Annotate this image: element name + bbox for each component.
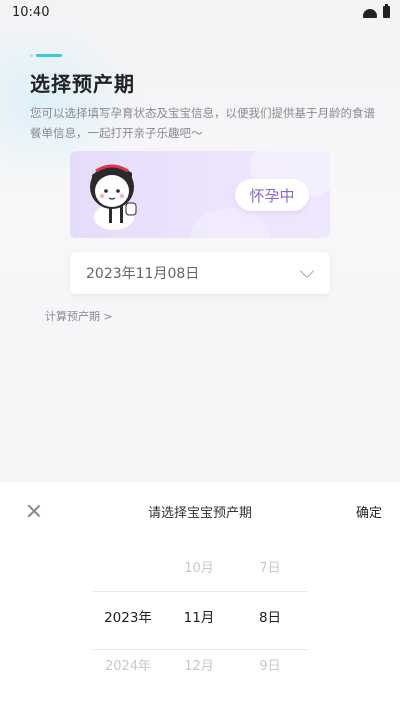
picker-title: 请选择宝宝预产期 [147,506,252,521]
due-date-field[interactable]: 2023年11月08日 [70,252,330,294]
battery-icon [383,4,390,18]
confirm-button[interactable]: 确定 [356,502,382,521]
month-option-above[interactable]: 10月 [159,549,239,589]
month-option-selected[interactable]: 11月 [159,598,239,638]
day-option-above[interactable]: 7日 [230,549,310,589]
page: 10:40 选择预产期 您可以选择填写孕育状态及宝宝信息，以便我们提供基于月龄的… [0,0,400,711]
date-picker-sheet: 请选择宝宝预产期 确定 10月 7日 2023年 11月 8日 2024年 12… [0,482,400,711]
picker-row-above: 10月 7日 [0,549,400,589]
status-bar: 10:40 [0,0,400,24]
picker-header: 请选择宝宝预产期 确定 [0,482,400,540]
pregnancy-status-card[interactable]: 怀孕中 [70,151,330,238]
year-option-selected[interactable]: 2023年 [88,598,168,638]
status-time: 10:40 [12,4,50,20]
due-date-value: 2023年11月08日 [86,266,200,282]
title-accent-line [30,54,68,57]
calculate-due-date-link[interactable]: 计算预产期 > [45,308,113,324]
wifi-icon [363,7,377,18]
day-option-selected[interactable]: 8日 [230,598,310,638]
date-wheel-picker[interactable]: 10月 7日 2023年 11月 8日 2024年 12月 9日 [0,540,400,711]
chevron-down-icon [299,263,315,278]
mascot-avatar-icon [90,164,137,230]
status-icons [363,4,390,18]
selection-line-top [93,591,308,592]
page-title: 选择预产期 [30,72,135,96]
pregnant-status-button[interactable]: 怀孕中 [235,179,309,211]
picker-row-selected: 2023年 11月 8日 [0,598,400,638]
page-description: 您可以选择填写孕育状态及宝宝信息，以便我们提供基于月龄的食谱餐单信息，一起打开亲… [30,106,375,140]
